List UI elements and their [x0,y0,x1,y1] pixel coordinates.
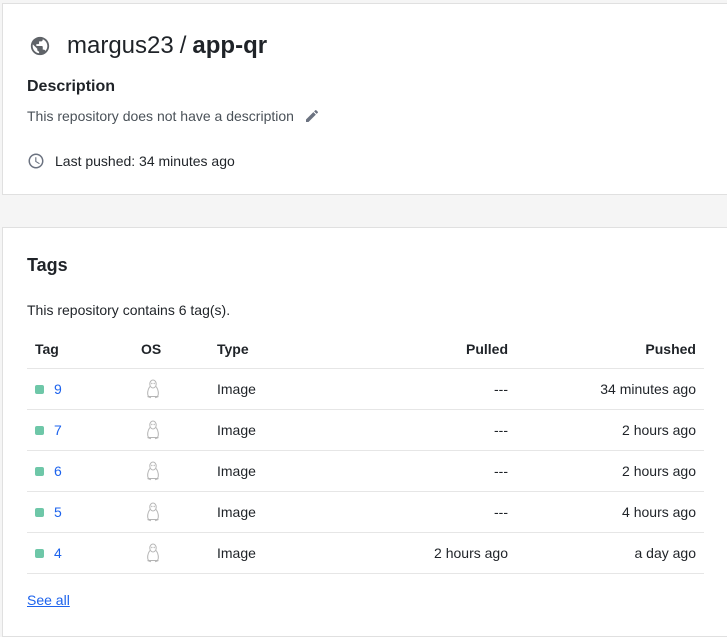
linux-icon [145,502,161,522]
tag-status-dot [35,466,44,476]
tags-table: Tag OS Type Pulled Pushed 9 Image --- 34… [27,330,704,574]
type-cell: Image [209,409,325,451]
description-row: This repository does not have a descript… [27,108,320,124]
last-pushed: Last pushed: 34 minutes ago [27,152,235,170]
pushed-cell: 34 minutes ago [516,368,704,410]
table-row: 6 Image --- 2 hours ago [27,450,704,492]
table-row: 7 Image --- 2 hours ago [27,409,704,451]
repo-title: margus23 / app-qr [29,32,267,60]
tag-link[interactable]: 4 [54,545,62,561]
repo-separator: / [179,32,187,59]
pulled-cell: --- [325,409,516,451]
tags-heading: Tags [27,255,68,275]
column-header-tag: Tag [27,330,133,369]
repo-owner[interactable]: margus23 [67,32,174,60]
pulled-cell: --- [325,450,516,492]
linux-icon [145,543,161,563]
tags-table-header: Tag OS Type Pulled Pushed [27,330,704,369]
description-heading: Description [27,78,116,95]
type-cell: Image [209,450,325,492]
description-text: This repository does not have a descript… [27,108,294,124]
tag-status-dot [35,507,44,517]
pulled-cell: --- [325,368,516,410]
pushed-cell: 4 hours ago [516,491,704,533]
table-row: 5 Image --- 4 hours ago [27,491,704,533]
type-cell: Image [209,491,325,533]
table-row: 4 Image 2 hours ago a day ago [27,532,704,574]
tag-link[interactable]: 7 [54,422,62,438]
tag-status-dot [35,548,44,558]
column-header-type: Type [209,330,325,369]
tags-count: This repository contains 6 tag(s). [27,302,231,318]
type-cell: Image [209,532,325,574]
tag-status-dot [35,384,44,394]
repository-summary-card: margus23 / app-qr Description This repos… [2,3,727,195]
tags-card: Tags This repository contains 6 tag(s). … [2,227,727,637]
column-header-pulled: Pulled [325,330,516,369]
tag-link[interactable]: 9 [54,381,62,397]
pencil-icon[interactable] [304,108,320,124]
tag-link[interactable]: 6 [54,463,62,479]
last-pushed-text: Last pushed: 34 minutes ago [55,153,235,169]
pulled-cell: --- [325,491,516,533]
pushed-cell: a day ago [516,532,704,574]
linux-icon [145,420,161,440]
pulled-cell: 2 hours ago [325,532,516,574]
column-header-pushed: Pushed [516,330,704,369]
clock-icon [27,152,45,170]
type-cell: Image [209,368,325,410]
globe-icon [29,35,51,57]
tag-status-dot [35,425,44,435]
linux-icon [145,379,161,399]
linux-icon [145,461,161,481]
tag-link[interactable]: 5 [54,504,62,520]
pushed-cell: 2 hours ago [516,450,704,492]
pushed-cell: 2 hours ago [516,409,704,451]
see-all-link[interactable]: See all [27,592,70,608]
repo-name: app-qr [192,32,268,59]
table-row: 9 Image --- 34 minutes ago [27,368,704,410]
column-header-os: OS [133,330,209,369]
